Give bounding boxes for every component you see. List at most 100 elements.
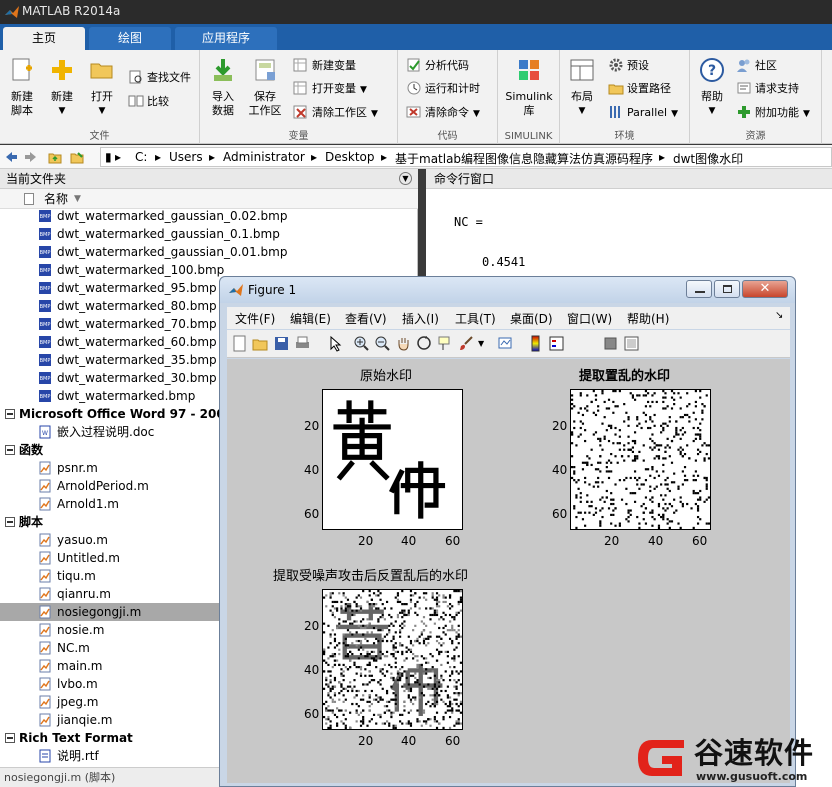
crumb-project-folder[interactable]: 基于matlab编程图像信息隐藏算法仿真源码程序 [395,150,653,167]
new-figure-icon[interactable] [231,335,248,352]
tab-plots[interactable]: 绘图 [89,27,171,50]
crumb-dwt-folder[interactable]: dwt图像水印 [673,150,743,167]
crumb-users[interactable]: Users [169,150,203,164]
clear-workspace-button[interactable]: 清除工作区 ▼ [293,103,378,123]
collapse-icon[interactable] [5,445,15,455]
menu-help[interactable]: 帮助(H) [627,310,669,327]
tab-home[interactable]: 主页 [3,27,85,50]
data-cursor-icon[interactable] [437,335,454,352]
file-name: dwt_watermarked_80.bmp [57,299,217,313]
svg-text:BMP: BMP [40,376,51,382]
open-variable-dropdown-icon: ▼ [360,85,367,95]
crumb-c[interactable]: C: [135,150,147,164]
new-button[interactable]: 新建 ▼ [42,56,82,118]
forward-arrow-icon[interactable] [24,150,38,164]
menu-dock-arrow-icon[interactable]: ↘ [775,310,783,321]
add-ons-dropdown-icon: ▼ [803,109,810,119]
axes-noise-attacked-watermark[interactable] [322,589,463,730]
preferences-label: 预设 [627,59,649,72]
open-variable-button[interactable]: 打开变量 ▼ [293,79,367,99]
ytick: 60 [304,507,320,521]
m-file-icon [39,677,51,691]
current-folder-header: 当前文件夹 ▼ [0,169,418,189]
preferences-button[interactable]: 预设 [608,56,649,76]
back-arrow-icon[interactable] [4,150,18,164]
menu-insert[interactable]: 插入(I) [402,310,439,327]
pointer-icon[interactable] [327,335,344,352]
print-icon[interactable] [294,335,311,352]
crumb-administrator[interactable]: Administrator [223,150,305,164]
path-folder-icon: ▮ [105,150,112,164]
import-data-button[interactable]: 导入 数据 [203,56,243,118]
rotate-3d-icon[interactable] [416,335,433,352]
help-button[interactable]: ? 帮助 ▼ [692,56,732,118]
ytick: 60 [552,507,568,521]
menu-view[interactable]: 查看(V) [345,310,387,327]
menu-file[interactable]: 文件(F) [235,310,275,327]
maximize-button[interactable] [714,280,740,298]
menu-window[interactable]: 窗口(W) [567,310,612,327]
svg-text:?: ? [708,63,716,79]
crumb-desktop[interactable]: Desktop [325,150,375,164]
close-button[interactable]: ✕ [742,280,788,298]
brush-icon[interactable] [458,335,475,352]
zoom-out-icon[interactable] [374,335,391,352]
legend-icon[interactable] [548,335,565,352]
collapse-icon[interactable] [5,517,15,527]
clear-commands-button[interactable]: 清除命令 ▼ [406,103,480,123]
collapse-icon[interactable] [5,409,15,419]
new-variable-icon [293,58,307,72]
file-list-item[interactable]: BMP dwt_watermarked_gaussian_0.01.bmp [0,243,418,261]
path-field[interactable]: ▮ ▸ C: ▸ Users ▸ Administrator ▸ Desktop… [100,147,832,167]
parallel-button[interactable]: Parallel ▼ [608,103,678,123]
rtf-file-icon [39,749,51,763]
open-file-icon[interactable] [252,335,269,352]
show-plot-tools-icon[interactable] [623,335,640,352]
minimize-button[interactable] [686,280,712,298]
new-script-button[interactable]: 新建 脚本 [2,56,42,118]
compare-button[interactable]: 比较 [128,92,169,112]
add-ons-button[interactable]: 附加功能 ▼ [736,103,810,123]
axes-original-watermark[interactable] [322,389,463,530]
open-variable-icon [293,81,307,95]
analyze-code-button[interactable]: 分析代码 [406,56,469,76]
new-variable-button[interactable]: 新建变量 [293,56,356,76]
axes-scrambled-watermark[interactable] [570,389,711,530]
menu-edit[interactable]: 编辑(E) [290,310,331,327]
menu-tools[interactable]: 工具(T) [455,310,496,327]
name-column-header[interactable]: 名称 ▼ [0,189,418,209]
layout-button[interactable]: 布局 ▼ [562,56,602,118]
request-support-button[interactable]: 请求支持 [736,79,799,99]
run-and-time-button[interactable]: 运行和计时 [406,79,480,99]
save-workspace-button[interactable]: 保存 工作区 [245,56,285,118]
clear-commands-dropdown-icon: ▼ [473,109,480,119]
menu-desktop[interactable]: 桌面(D) [510,310,553,327]
save-icon[interactable] [273,335,290,352]
group-name: 函数 [19,443,44,457]
zoom-in-icon[interactable] [353,335,370,352]
help-dropdown-icon: ▼ [708,106,716,116]
save-workspace-label: 保存 工作区 [248,90,282,117]
brush-dropdown-icon[interactable]: ▼ [478,335,495,352]
up-folder-icon[interactable] [48,150,62,164]
simulink-library-button[interactable]: Simulink 库 [502,56,556,118]
new-label: 新建 [51,90,73,103]
file-list-item[interactable]: BMP dwt_watermarked_gaussian_0.02.bmp [0,207,418,225]
community-button[interactable]: 社区 [736,56,777,76]
file-list-item[interactable]: BMP dwt_watermarked_gaussian_0.1.bmp [0,225,418,243]
collapse-icon[interactable] [5,733,15,743]
ytick: 20 [304,619,320,633]
pan-hand-icon[interactable] [395,335,412,352]
set-path-button[interactable]: 设置路径 [608,79,671,99]
m-file-icon [39,533,51,547]
browse-folder-icon[interactable] [70,150,84,164]
find-files-button[interactable]: 查找文件 [128,68,191,88]
tab-apps[interactable]: 应用程序 [175,27,277,50]
group-name: Microsoft Office Word 97 - 2003 [19,407,234,421]
colorbar-icon[interactable] [527,335,544,352]
panel-menu-icon[interactable]: ▼ [399,172,412,185]
link-plot-icon[interactable] [497,335,514,352]
hide-plot-tools-icon[interactable] [602,335,619,352]
community-icon [737,59,750,72]
open-button[interactable]: 打开 ▼ [82,56,122,118]
